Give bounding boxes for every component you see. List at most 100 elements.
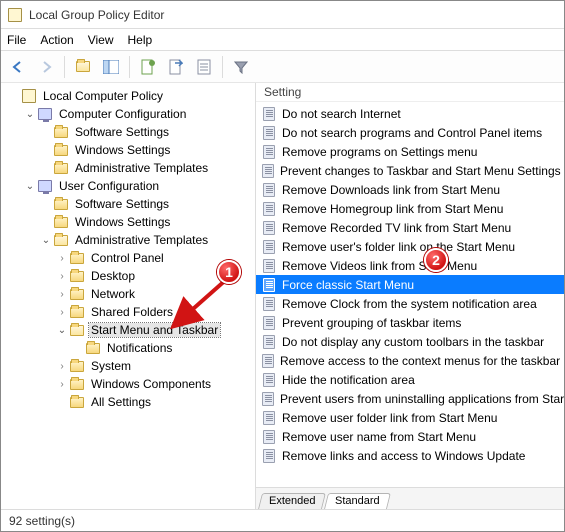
list-pane: Setting Do not search InternetDo not sea… — [256, 83, 564, 509]
setting-row[interactable]: Do not display any custom toolbars in th… — [256, 332, 564, 351]
window-title: Local Group Policy Editor — [29, 8, 164, 22]
setting-row[interactable]: Remove user folder link from Start Menu — [256, 408, 564, 427]
setting-row[interactable]: Remove links and access to Windows Updat… — [256, 446, 564, 465]
menu-action[interactable]: Action — [40, 33, 73, 47]
setting-row[interactable]: Prevent users from uninstalling applicat… — [256, 389, 564, 408]
tab-standard[interactable]: Standard — [324, 493, 391, 509]
filter-button[interactable] — [228, 54, 254, 80]
setting-label: Do not search programs and Control Panel… — [282, 126, 542, 140]
expand-icon[interactable] — [55, 307, 69, 318]
setting-row[interactable]: Do not search programs and Control Panel… — [256, 123, 564, 142]
export-button[interactable] — [163, 54, 189, 80]
tree-computer-configuration[interactable]: Computer Configuration — [3, 105, 253, 123]
tree-root[interactable]: Local Computer Policy — [3, 87, 253, 105]
setting-row[interactable]: Remove programs on Settings menu — [256, 142, 564, 161]
tree-cc-1[interactable]: Windows Settings — [3, 141, 253, 159]
setting-label: Prevent grouping of taskbar items — [282, 316, 461, 330]
setting-label: Remove links and access to Windows Updat… — [282, 449, 525, 463]
annotation-badge-1: 1 — [217, 260, 241, 284]
folder-icon — [69, 268, 85, 284]
settings-list[interactable]: Do not search Internet Do not search prog… — [256, 101, 564, 487]
work-area: Local Computer PolicyComputer Configurat… — [1, 83, 564, 509]
back-button[interactable] — [5, 54, 31, 80]
setting-icon — [262, 202, 276, 216]
tree-at2-1[interactable]: Windows Components — [3, 375, 253, 393]
title-bar: Local Group Policy Editor — [1, 1, 564, 29]
setting-label: Remove programs on Settings menu — [282, 145, 477, 159]
panels-button[interactable] — [98, 54, 124, 80]
tree-cc-0[interactable]: Software Settings — [3, 123, 253, 141]
setting-row[interactable]: Remove user's folder link on the Start M… — [256, 237, 564, 256]
setting-icon — [262, 164, 274, 178]
tree-notifications[interactable]: Notifications — [3, 339, 253, 357]
setting-row[interactable]: Force classic Start Menu — [256, 275, 564, 294]
setting-row[interactable]: Prevent grouping of taskbar items — [256, 313, 564, 332]
tree-user-configuration[interactable]: User Configuration — [3, 177, 253, 195]
new-button[interactable] — [135, 54, 161, 80]
tree-cc-2[interactable]: Administrative Templates — [3, 159, 253, 177]
expand-icon[interactable] — [55, 379, 69, 390]
setting-row[interactable]: Remove Recorded TV link from Start Menu — [256, 218, 564, 237]
menu-help[interactable]: Help — [128, 33, 153, 47]
expand-icon[interactable] — [55, 361, 69, 372]
setting-icon — [262, 126, 276, 140]
forward-button[interactable] — [33, 54, 59, 80]
folder-icon — [85, 340, 101, 356]
setting-label: Do not display any custom toolbars in th… — [282, 335, 544, 349]
tree-at-0[interactable]: Control Panel — [3, 249, 253, 267]
setting-label: Prevent users from uninstalling applicat… — [280, 392, 564, 406]
tree-administrative-templates[interactable]: Administrative Templates — [3, 231, 253, 249]
setting-label: Prevent changes to Taskbar and Start Men… — [280, 164, 561, 178]
separator-icon — [64, 56, 65, 78]
setting-icon — [262, 335, 276, 349]
setting-row[interactable]: Do not search Internet — [256, 104, 564, 123]
folder-icon — [69, 250, 85, 266]
tree-at2-0[interactable]: System — [3, 357, 253, 375]
tree-item-label: Notifications — [105, 341, 174, 355]
setting-icon — [262, 449, 276, 463]
tree-item-label: Software Settings — [73, 125, 171, 139]
properties-button[interactable] — [191, 54, 217, 80]
expand-icon[interactable] — [55, 271, 69, 282]
annotation-badge-2: 2 — [424, 248, 448, 272]
folder-icon — [69, 394, 85, 410]
menu-view[interactable]: View — [88, 33, 114, 47]
expand-icon[interactable] — [55, 325, 69, 336]
tree-item-label: Software Settings — [73, 197, 171, 211]
setting-icon — [262, 145, 276, 159]
expand-icon[interactable] — [23, 109, 37, 120]
setting-row[interactable]: Remove user name from Start Menu — [256, 427, 564, 446]
tab-extended[interactable]: Extended — [258, 493, 326, 509]
setting-icon — [262, 278, 276, 292]
expand-icon[interactable] — [55, 289, 69, 300]
tree-uc-0[interactable]: Software Settings — [3, 195, 253, 213]
menu-file[interactable]: File — [7, 33, 26, 47]
expand-icon[interactable] — [23, 181, 37, 192]
separator-icon — [222, 56, 223, 78]
policy-icon — [21, 88, 37, 104]
setting-icon — [262, 240, 276, 254]
separator-icon — [129, 56, 130, 78]
menu-bar: File Action View Help — [1, 29, 564, 51]
tree-uc-1[interactable]: Windows Settings — [3, 213, 253, 231]
setting-row[interactable]: Remove Homegroup link from Start Menu — [256, 199, 564, 218]
folder-icon — [53, 232, 69, 248]
expand-icon[interactable] — [55, 253, 69, 264]
setting-row[interactable]: Prevent changes to Taskbar and Start Men… — [256, 161, 564, 180]
folder-icon — [69, 286, 85, 302]
setting-row[interactable]: Remove Downloads link from Start Menu — [256, 180, 564, 199]
setting-row[interactable]: Remove access to the context menus for t… — [256, 351, 564, 370]
folder-icon — [69, 358, 85, 374]
tree-at2-2[interactable]: All Settings — [3, 393, 253, 411]
setting-row[interactable]: Remove Videos link from Start Menu — [256, 256, 564, 275]
setting-row[interactable]: Remove Clock from the system notificatio… — [256, 294, 564, 313]
expand-icon[interactable] — [39, 235, 53, 246]
setting-label: Remove Homegroup link from Start Menu — [282, 202, 503, 216]
setting-icon — [262, 107, 276, 121]
setting-icon — [262, 221, 276, 235]
setting-row[interactable]: Hide the notification area — [256, 370, 564, 389]
up-button[interactable] — [70, 54, 96, 80]
tree-item-label: System — [89, 359, 133, 373]
setting-icon — [262, 259, 276, 273]
column-header-setting[interactable]: Setting — [256, 83, 564, 101]
